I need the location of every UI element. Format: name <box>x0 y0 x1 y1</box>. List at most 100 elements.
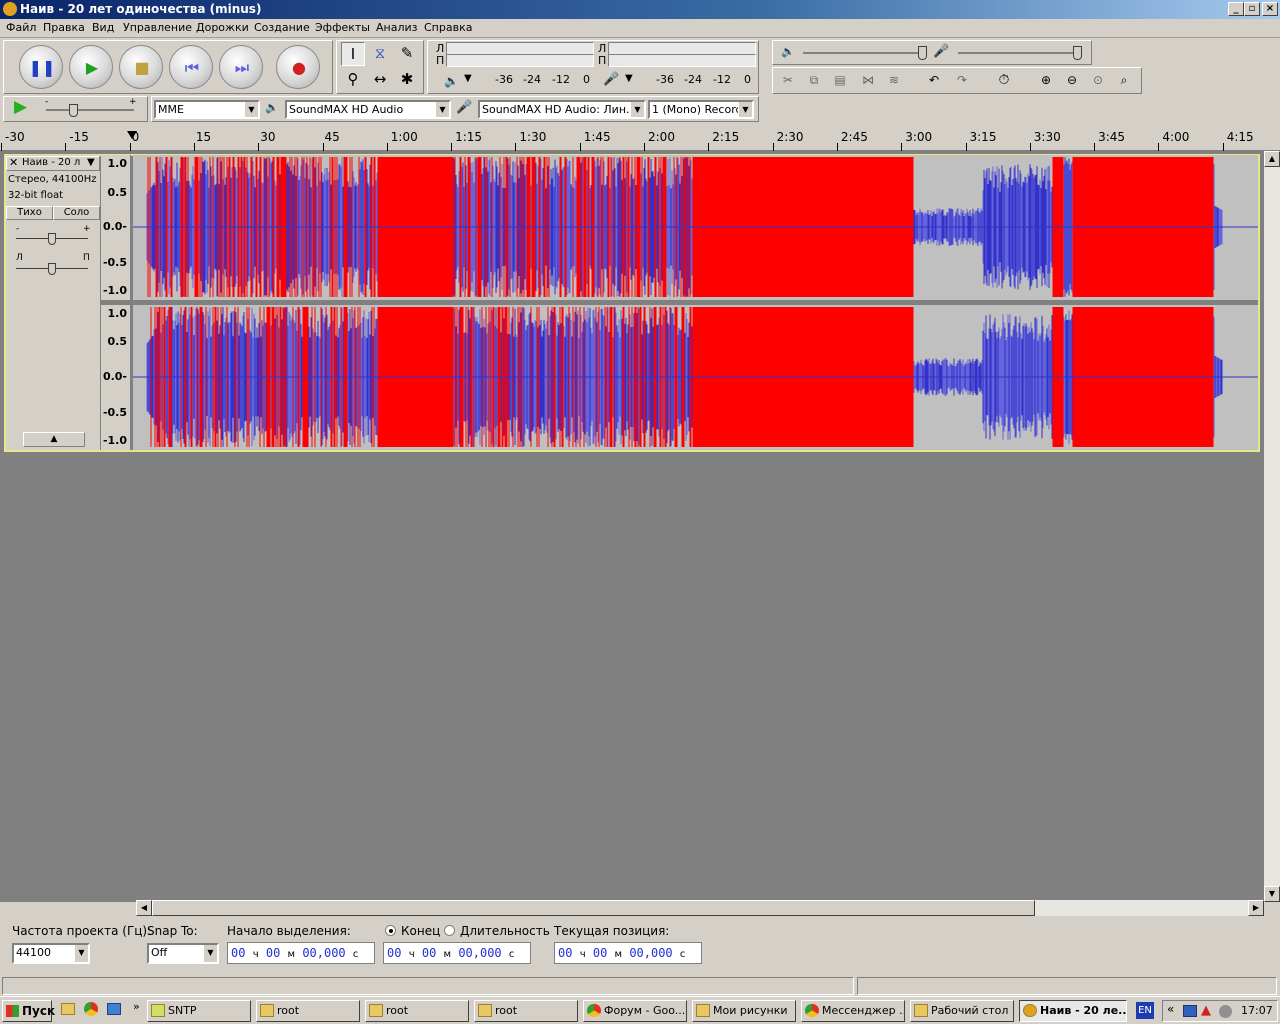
task-root-2[interactable]: root <box>365 1000 469 1022</box>
menu-help[interactable]: Справка <box>424 21 472 34</box>
multi-tool-icon[interactable]: ✱ <box>395 68 419 92</box>
clock[interactable]: 17:07 <box>1241 1004 1273 1017</box>
track-name-bar[interactable]: ✕ Наив - 20 л ▼ <box>6 156 100 171</box>
menu-view[interactable]: Вид <box>92 21 114 34</box>
desktop-quicklaunch-icon[interactable] <box>107 1003 121 1015</box>
current-position-time[interactable]: 00 ч 00 м 00,000 с <box>554 942 702 964</box>
skip-end-button[interactable]: ⏭ <box>219 45 263 89</box>
output-volume-thumb[interactable] <box>918 46 927 60</box>
zoom-in-icon[interactable]: ⊕ <box>1035 69 1057 91</box>
scroll-up-button[interactable]: ▲ <box>1264 151 1280 167</box>
selection-end-time[interactable]: 00 ч 00 м 00,000 с <box>383 942 531 964</box>
undo-icon[interactable]: ↶ <box>923 69 945 91</box>
restore-button[interactable]: ▫ <box>1244 2 1260 16</box>
task-my-pictures[interactable]: Мои рисунки <box>692 1000 796 1022</box>
menu-effects[interactable]: Эффекты <box>315 21 370 34</box>
task-label: Мессенджер ... <box>822 1004 905 1017</box>
minimize-button[interactable]: _ <box>1228 2 1244 16</box>
solo-button[interactable]: Соло <box>53 206 100 220</box>
scroll-right-button[interactable]: ▶ <box>1248 900 1264 916</box>
audio-host-select[interactable]: MME ▼ <box>154 100 260 119</box>
project-rate-select[interactable]: 44100 ▼ <box>12 943 90 964</box>
draw-tool-icon[interactable]: ✎ <box>395 42 419 66</box>
menu-analyze[interactable]: Анализ <box>376 21 418 34</box>
input-volume-slider[interactable] <box>958 52 1078 54</box>
pan-thumb[interactable] <box>48 263 56 275</box>
menu-transport[interactable]: Управление <box>123 21 192 34</box>
mute-button[interactable]: Тихо <box>6 206 53 220</box>
explorer-quicklaunch-icon[interactable] <box>61 1003 75 1015</box>
input-channels-select[interactable]: 1 (Mono) Recording ▼ <box>648 100 754 119</box>
tray-expand-icon[interactable]: « <box>1167 1002 1174 1016</box>
track-name[interactable]: Наив - 20 л <box>22 157 80 168</box>
zoom-out-icon[interactable]: ⊖ <box>1061 69 1083 91</box>
input-volume-thumb[interactable] <box>1073 46 1082 60</box>
horizontal-scroll-thumb[interactable] <box>152 900 1035 916</box>
snap-to-select[interactable]: Off ▼ <box>147 943 219 964</box>
selection-start-time[interactable]: 00 ч 00 м 00,000 с <box>227 942 375 964</box>
zoom-tool-icon[interactable]: ⚲ <box>341 68 365 92</box>
close-button[interactable]: × <box>1262 2 1278 16</box>
task-root-1[interactable]: root <box>256 1000 360 1022</box>
play-meter-right[interactable] <box>446 54 594 67</box>
timeshift-tool-icon[interactable]: ↔ <box>368 68 392 92</box>
network-icon[interactable] <box>1183 1005 1197 1017</box>
ruler-label: 1:15 <box>455 130 483 144</box>
collapse-track-button[interactable]: ▲ <box>23 432 85 447</box>
rec-meter-menu[interactable]: ▼ <box>625 73 633 84</box>
playback-speed-slider[interactable] <box>46 109 134 111</box>
paste-icon[interactable]: ▤ <box>829 69 851 91</box>
length-radio[interactable] <box>444 925 455 936</box>
warning-icon[interactable]: ▲ <box>1201 1003 1211 1018</box>
fit-project-icon[interactable]: ⌕ <box>1113 69 1135 91</box>
vertical-scrollbar[interactable]: ▲ ▼ <box>1264 151 1280 902</box>
rec-meter-right[interactable] <box>608 54 756 67</box>
playback-speed-thumb[interactable] <box>69 104 78 117</box>
menu-generate[interactable]: Создание <box>254 21 310 34</box>
gain-thumb[interactable] <box>48 233 56 245</box>
task-root-3[interactable]: root <box>474 1000 578 1022</box>
start-button[interactable]: Пуск <box>2 1000 55 1022</box>
ruler-label: -15 <box>69 130 89 144</box>
selection-tool-icon[interactable]: I <box>341 42 365 66</box>
scroll-down-button[interactable]: ▼ <box>1264 886 1280 902</box>
redo-icon[interactable]: ↷ <box>951 69 973 91</box>
output-device-select[interactable]: SoundMAX HD Audio ▼ <box>285 100 451 119</box>
sync-lock-icon[interactable]: ⏱ <box>993 69 1015 91</box>
play-button[interactable]: ▶ <box>69 45 113 89</box>
envelope-tool-icon[interactable]: ⧖ <box>368 42 392 66</box>
task-desktop[interactable]: Рабочий стол <box>910 1000 1014 1022</box>
task-messenger[interactable]: Мессенджер ... <box>801 1000 905 1022</box>
pause-button[interactable]: ❚❚ <box>19 45 63 89</box>
input-device-select[interactable]: SoundMAX HD Audio: Лин. вход ▼ <box>478 100 646 119</box>
stop-button[interactable]: ■ <box>119 45 163 89</box>
play-meter-menu[interactable]: ▼ <box>464 73 472 84</box>
menu-file[interactable]: Файл <box>6 21 36 34</box>
volume-tray-icon[interactable] <box>1219 1005 1232 1018</box>
horizontal-scrollbar[interactable]: ◀ ▶ <box>136 900 1264 916</box>
task-audacity[interactable]: Наив - 20 ле... <box>1019 1000 1127 1022</box>
chrome-quicklaunch-icon[interactable] <box>84 1002 98 1016</box>
cut-icon[interactable]: ✂ <box>777 69 799 91</box>
track-menu-chevron-icon[interactable]: ▼ <box>87 157 95 168</box>
language-indicator[interactable]: EN <box>1136 1002 1154 1019</box>
trim-icon[interactable]: ⋈ <box>857 69 879 91</box>
timeline-ruler[interactable]: -30 -15 0 15 30 45 1:00 1:15 1:30 1:45 2:00 2:15 2:3… <box>0 125 1280 151</box>
menu-edit[interactable]: Правка <box>43 21 85 34</box>
play-at-speed-button[interactable]: ▶ <box>14 97 27 117</box>
task-forum-google[interactable]: Форум - Goo... <box>583 1000 687 1022</box>
waveform-right-channel[interactable] <box>133 305 1258 450</box>
end-radio[interactable] <box>385 925 396 936</box>
output-volume-slider[interactable] <box>803 52 923 54</box>
menu-tracks[interactable]: Дорожки <box>196 21 249 34</box>
waveform-left-channel[interactable] <box>133 155 1258 300</box>
silence-icon[interactable]: ≋ <box>883 69 905 91</box>
quicklaunch-more-icon[interactable]: » <box>133 1000 140 1013</box>
scroll-left-button[interactable]: ◀ <box>136 900 152 916</box>
close-track-icon[interactable]: ✕ <box>9 156 18 169</box>
record-button[interactable]: ● <box>276 45 320 89</box>
copy-icon[interactable]: ⧉ <box>803 69 825 91</box>
skip-start-button[interactable]: ⏮ <box>169 45 213 89</box>
task-sntp[interactable]: SNTP <box>147 1000 251 1022</box>
fit-selection-icon[interactable]: ⊙ <box>1087 69 1109 91</box>
